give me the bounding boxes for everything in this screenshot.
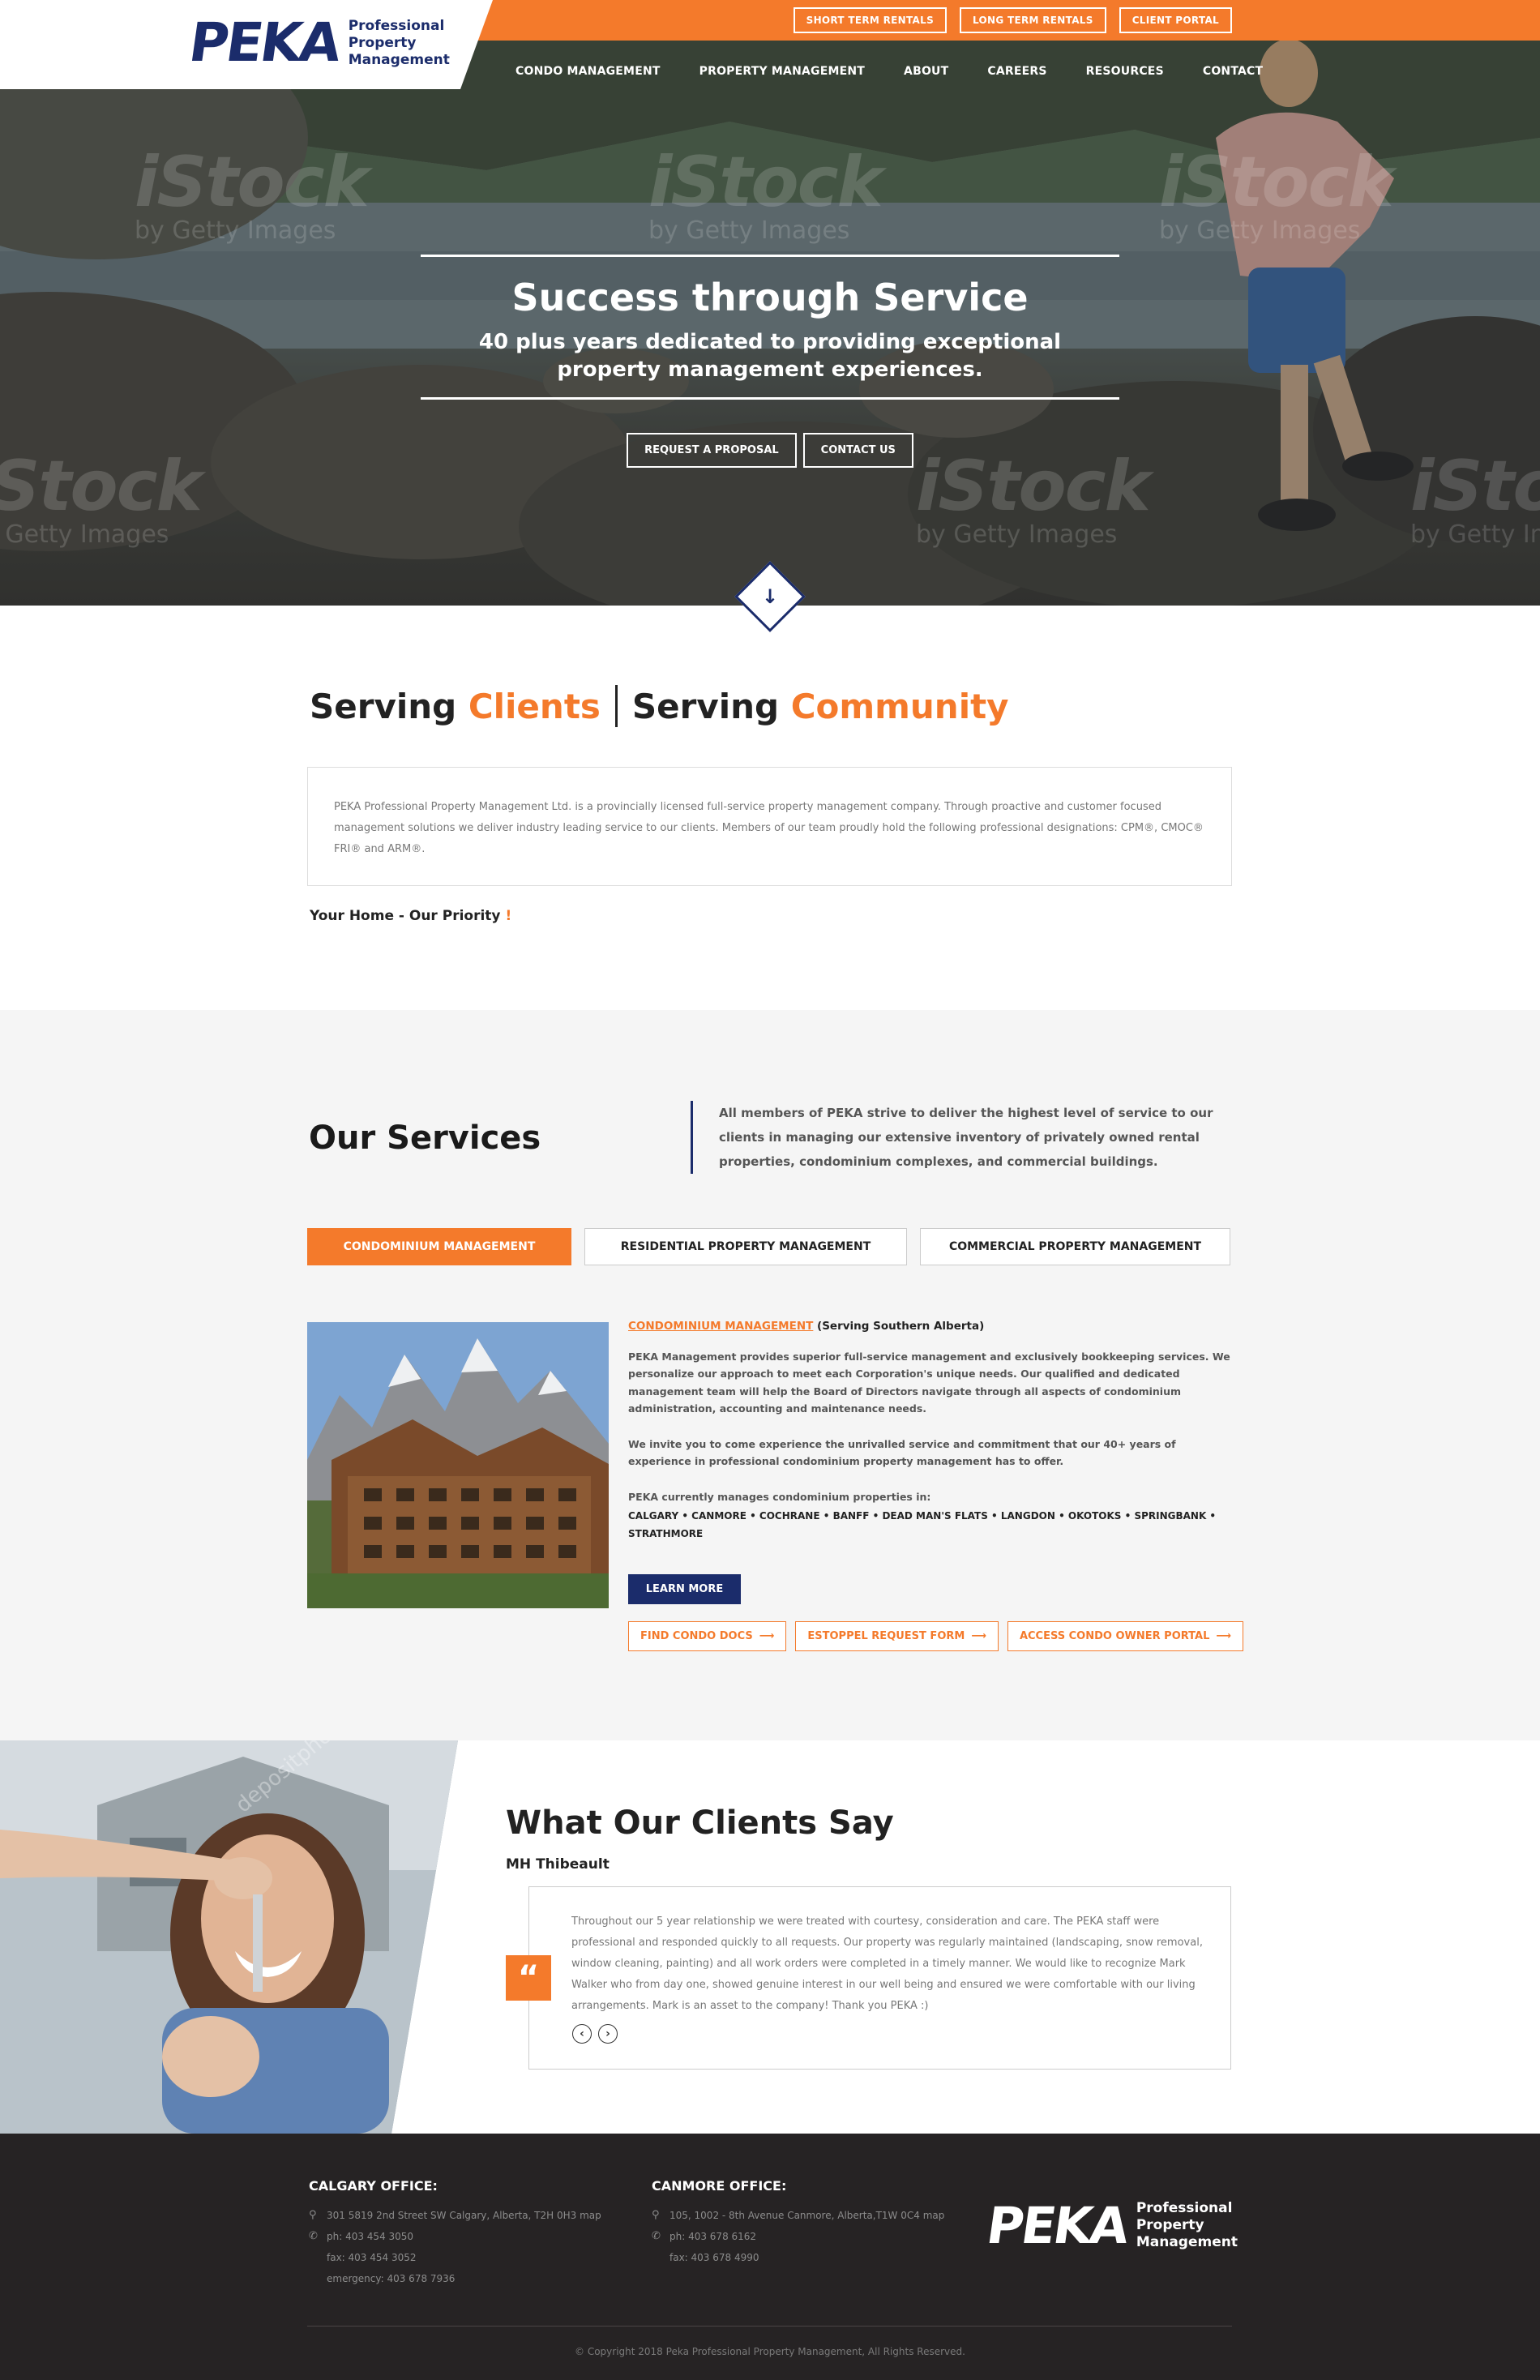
nav-property-management[interactable]: PROPERTY MANAGEMENT: [680, 65, 884, 78]
condo-links: FIND CONDO DOCS ⟶ ESTOPPEL REQUEST FORM ⟶ …: [628, 1621, 1244, 1651]
nav-about[interactable]: ABOUT: [884, 65, 968, 78]
services-note: All members of PEKA strive to deliver th…: [691, 1101, 1235, 1174]
office-fax: fax: 403 454 3052: [327, 2252, 417, 2263]
hero-subtitle: 40 plus years dedicated to providing exc…: [478, 330, 1062, 382]
office-address[interactable]: ⚲ 105, 1002 - 8th Avenue Canmore, Alberta…: [652, 2205, 944, 2226]
tab-commercial-property-management[interactable]: COMMERCIAL PROPERTY MANAGEMENT: [920, 1228, 1230, 1265]
logo-word: PEKA: [185, 11, 344, 74]
service-heading: CONDOMINIUM MANAGEMENT (Serving Southern…: [628, 1320, 985, 1333]
logo-subtitle: Professional Property Management: [349, 18, 450, 69]
intro-text: PEKA Professional Property Management Lt…: [307, 767, 1232, 886]
condo-building-image: [307, 1322, 609, 1608]
office-title: CANMORE OFFICE:: [652, 2178, 787, 2194]
testimonial-title: What Our Clients Say: [506, 1804, 894, 1842]
quote-icon: “: [506, 1955, 551, 2001]
arrow-right-icon: ⟶: [971, 1630, 986, 1642]
testimonial-image: depositphotos: [0, 1740, 458, 2134]
office-fax: fax: 403 678 4990: [669, 2252, 759, 2263]
serving-word: Serving: [631, 686, 780, 726]
service-paragraph: PEKA currently manages condominium prope…: [628, 1490, 931, 1503]
condominium-management-link[interactable]: CONDOMINIUM MANAGEMENT: [628, 1320, 813, 1333]
hero-rule-top: [421, 255, 1119, 257]
learn-more-button[interactable]: LEARN MORE: [628, 1574, 741, 1604]
request-proposal-button[interactable]: REQUEST A PROPOSAL: [627, 433, 797, 468]
contact-us-button[interactable]: CONTACT US: [802, 433, 913, 468]
hero-rule-bottom: [421, 397, 1119, 400]
estoppel-request-form-button[interactable]: ESTOPPEL REQUEST FORM ⟶: [795, 1621, 999, 1651]
tab-condominium-management[interactable]: CONDOMINIUM MANAGEMENT: [307, 1228, 571, 1265]
short-term-rentals-button[interactable]: SHORT TERM RENTALS: [793, 7, 948, 33]
logo-sub-line: Professional: [1136, 2200, 1233, 2216]
serving-community: Community: [790, 686, 1009, 726]
logo-sub-line: Professional: [348, 17, 445, 34]
arrow-right-icon: ⟶: [759, 1630, 775, 1642]
calgary-office: CALGARY OFFICE: ⚲ 301 5819 2nd Street SW …: [309, 2178, 601, 2289]
testimonial-quote: Throughout our 5 year relationship we we…: [571, 1916, 1203, 2012]
main-nav: CONDO MANAGEMENT PROPERTY MANAGEMENT ABO…: [515, 65, 1282, 78]
nav-contact[interactable]: CONTACT: [1183, 65, 1282, 78]
hero-overlay: [0, 41, 1540, 606]
heading-divider: [614, 685, 618, 727]
service-paragraph: We invite you to come experience the unr…: [628, 1437, 1176, 1468]
service-tabs: CONDOMINIUM MANAGEMENT RESIDENTIAL PROPE…: [307, 1228, 1230, 1265]
prev-arrow-icon[interactable]: ‹: [572, 2024, 592, 2044]
watermark: iStockby Getty Images: [1159, 142, 1394, 245]
office-address[interactable]: ⚲ 301 5819 2nd Street SW Calgary, Alberta…: [309, 2205, 601, 2226]
logo-sub-line: Property: [348, 34, 417, 51]
nav-condo-management[interactable]: CONDO MANAGEMENT: [515, 65, 680, 78]
next-arrow-icon[interactable]: ›: [598, 2024, 618, 2044]
long-term-rentals-button[interactable]: LONG TERM RENTALS: [960, 7, 1106, 33]
logo-subtitle: Professional Property Management: [1136, 2200, 1238, 2251]
phone-icon: ✆: [652, 2230, 661, 2242]
client-portal-button[interactable]: CLIENT PORTAL: [1119, 7, 1232, 33]
arrow-down-icon: ↓: [761, 585, 779, 608]
nav-resources[interactable]: RESOURCES: [1067, 65, 1183, 78]
footer-logo[interactable]: PEKA Professional Property Management: [982, 2195, 1238, 2255]
access-condo-owner-portal-button[interactable]: ACCESS CONDO OWNER PORTAL ⟶: [1007, 1621, 1244, 1651]
serving-clients: Clients: [468, 686, 601, 726]
map-pin-icon: ⚲: [652, 2209, 660, 2221]
tagline: Your Home - Our Priority !: [310, 908, 512, 924]
header-logo[interactable]: PEKA Professional Property Management: [186, 11, 450, 74]
testimonial-author: MH Thibeault: [506, 1856, 610, 1873]
footer: CALGARY OFFICE: ⚲ 301 5819 2nd Street SW …: [0, 2134, 1540, 2380]
cities-list: CALGARY • CANMORE • COCHRANE • BANFF • D…: [628, 1510, 1217, 1539]
logo-sub-line: Management: [348, 51, 450, 68]
office-emergency[interactable]: emergency: 403 678 7936: [309, 2268, 601, 2289]
find-condo-docs-button[interactable]: FIND CONDO DOCS ⟶: [628, 1621, 787, 1651]
nav-careers[interactable]: CAREERS: [968, 65, 1066, 78]
watermark: iStockby Getty Images: [648, 142, 883, 245]
serving-word: Serving: [310, 686, 457, 726]
arrow-right-icon: ⟶: [1216, 1630, 1232, 1642]
hero-banner: iStock by Getty Images iStock by Getty Ima…: [0, 41, 1540, 606]
testimonial-nav: ‹ ›: [572, 2024, 618, 2044]
logo-sub-line: Management: [1136, 2234, 1238, 2250]
services-title: Our Services: [309, 1119, 541, 1157]
map-pin-icon: ⚲: [309, 2209, 317, 2221]
logo-sub-line: Property: [1136, 2217, 1204, 2233]
hero-title: Success through Service: [511, 276, 1029, 319]
hero-buttons: REQUEST A PROPOSAL CONTACT US: [0, 433, 1540, 468]
serving-heading: Serving Clients Serving Community: [310, 685, 1009, 727]
office-title: CALGARY OFFICE:: [309, 2178, 438, 2194]
top-links: SHORT TERM RENTALS LONG TERM RENTALS CLI…: [793, 7, 1232, 33]
office-phone[interactable]: ✆ ph: 403 454 3050: [309, 2226, 601, 2247]
tab-residential-property-management[interactable]: RESIDENTIAL PROPERTY MANAGEMENT: [584, 1228, 907, 1265]
copyright: © Copyright 2018 Peka Professional Prope…: [575, 2346, 965, 2357]
service-description: CONDOMINIUM MANAGEMENT (Serving Southern…: [628, 1318, 1232, 1543]
logo-word: PEKA: [982, 2195, 1131, 2255]
watermark: iStockby Getty Images: [135, 142, 370, 245]
phone-icon: ✆: [309, 2230, 318, 2242]
office-phone[interactable]: ✆ ph: 403 678 6162: [652, 2226, 944, 2247]
testimonial-box: Throughout our 5 year relationship we we…: [528, 1886, 1231, 2070]
canmore-office: CANMORE OFFICE: ⚲ 105, 1002 - 8th Avenue …: [652, 2178, 944, 2268]
service-paragraph: PEKA Management provides superior full-s…: [628, 1350, 1230, 1415]
